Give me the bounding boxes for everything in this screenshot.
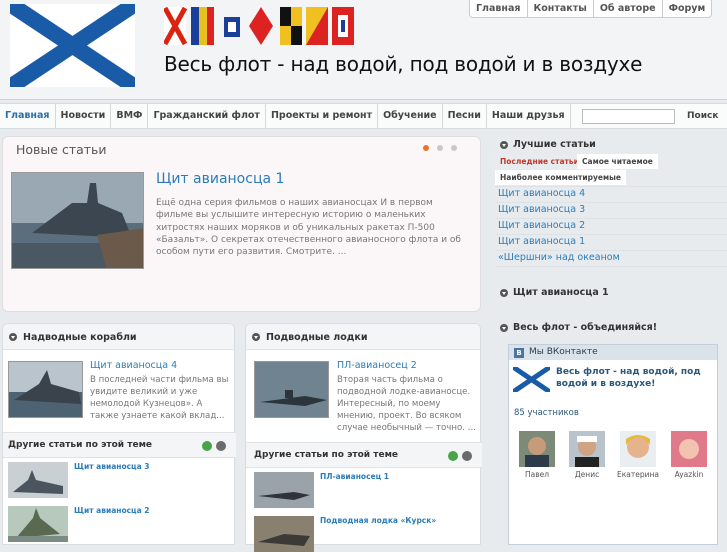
article-text: В последней части фильма вы увидите вели… bbox=[90, 375, 229, 421]
plus-icon[interactable] bbox=[202, 441, 212, 451]
member-name[interactable]: Екатерина bbox=[613, 470, 663, 479]
member-avatar[interactable] bbox=[671, 431, 707, 467]
site-slogan: Весь флот - над водой, под водой и в воз… bbox=[164, 52, 643, 76]
nav-education[interactable]: Обучение bbox=[378, 104, 443, 128]
thumb-image[interactable] bbox=[8, 506, 68, 542]
plus-icon[interactable] bbox=[448, 451, 458, 461]
nav-songs[interactable]: Песни bbox=[443, 104, 487, 128]
best-article-link[interactable]: Щит авианосца 1 bbox=[498, 236, 585, 247]
vk-icon: В bbox=[514, 348, 524, 358]
minus-icon[interactable] bbox=[462, 451, 472, 461]
article-text: Вторая часть фильма о подводной лодке-ав… bbox=[337, 375, 476, 433]
collapse-icon[interactable] bbox=[500, 289, 508, 297]
nav-projects[interactable]: Проекты и ремонт bbox=[266, 104, 379, 128]
topnav-forum[interactable]: Форум bbox=[663, 0, 712, 17]
featured-article-text: Ещё одна серия фильмов о наших авианосца… bbox=[156, 198, 461, 258]
site-header: Весь флот - над водой, под водой и в воз… bbox=[0, 0, 727, 100]
tab-most-commented[interactable]: Наиболее комментируемые bbox=[495, 170, 626, 185]
best-articles-title: Лучшие статьи bbox=[513, 139, 596, 150]
featured-article-title[interactable]: Щит авианосца 1 bbox=[156, 171, 284, 187]
thumb-image[interactable] bbox=[254, 472, 314, 508]
other-articles-title: Другие статьи по этой теме bbox=[8, 440, 153, 450]
vk-title[interactable]: Мы ВКонтакте bbox=[529, 347, 598, 357]
article-image[interactable] bbox=[8, 361, 83, 418]
nav-friends[interactable]: Наши друзья bbox=[487, 104, 571, 128]
other-articles-title: Другие статьи по этой теме bbox=[254, 450, 399, 460]
collapse-icon[interactable] bbox=[500, 141, 508, 149]
featured-articles: Новые статьи Щит авианосца 1 Ещё одна се… bbox=[2, 136, 481, 312]
nav-news[interactable]: Новости bbox=[56, 104, 112, 128]
nav-home[interactable]: Главная bbox=[0, 104, 56, 128]
vk-widget: В Мы ВКонтакте Весь флот - над водой, под… bbox=[508, 344, 718, 545]
nav-civil-fleet[interactable]: Гражданский флот bbox=[148, 104, 266, 128]
article-title[interactable]: ПЛ-авианосец 2 bbox=[337, 360, 417, 371]
other-article-link[interactable]: Подводная лодка «Курск» bbox=[320, 516, 436, 525]
topnav-home[interactable]: Главная bbox=[470, 0, 528, 17]
vk-group-name[interactable]: Весь флот - над водой, под водой и в воз… bbox=[556, 366, 716, 390]
other-article-link[interactable]: ПЛ-авианосец 1 bbox=[320, 472, 389, 481]
other-article-link[interactable]: Щит авианосца 3 bbox=[74, 462, 150, 471]
slider-dot[interactable] bbox=[451, 145, 457, 151]
signal-flags-icon bbox=[162, 6, 356, 46]
member-name[interactable]: Денис bbox=[562, 470, 612, 479]
article-title[interactable]: Щит авианосца 4 bbox=[90, 360, 177, 371]
slider-dot[interactable] bbox=[437, 145, 443, 151]
section-title: Подводные лодки bbox=[266, 332, 368, 343]
tab-most-read[interactable]: Самое читаемое bbox=[577, 154, 658, 169]
andreevsky-flag-logo[interactable] bbox=[10, 4, 135, 87]
member-name[interactable]: Ayazkin bbox=[664, 470, 714, 479]
andreevsky-flag-icon[interactable] bbox=[513, 367, 550, 392]
best-article-link[interactable]: Щит авианосца 4 bbox=[498, 188, 585, 199]
best-article-link[interactable]: «Шершни» над океаном bbox=[498, 252, 620, 263]
member-name[interactable]: Павел bbox=[512, 470, 562, 479]
topnav-contacts[interactable]: Контакты bbox=[528, 0, 594, 17]
article-image[interactable] bbox=[254, 361, 329, 418]
member-avatar[interactable] bbox=[569, 431, 605, 467]
slider-dot-active[interactable] bbox=[423, 145, 429, 151]
top-nav: Главная Контакты Об авторе Форум bbox=[469, 0, 713, 18]
collapse-icon[interactable] bbox=[9, 333, 17, 341]
best-article-link[interactable]: Щит авианосца 2 bbox=[498, 220, 585, 231]
section-title: Надводные корабли bbox=[23, 332, 137, 343]
surface-ships-section: Надводные корабли Щит авианосца 4 В посл… bbox=[2, 323, 236, 545]
tab-latest[interactable]: Последние статьи bbox=[495, 154, 584, 169]
search-button[interactable]: Поиск bbox=[681, 108, 724, 124]
thumb-image[interactable] bbox=[254, 516, 314, 552]
member-avatar[interactable] bbox=[519, 431, 555, 467]
thumb-image[interactable] bbox=[8, 462, 68, 498]
block-title: Щит авианосца 1 bbox=[513, 287, 609, 298]
block-title: Весь флот - объединяйся! bbox=[513, 322, 658, 333]
submarines-section: Подводные лодки ПЛ-авианосец 2 Вторая ча… bbox=[245, 323, 482, 552]
minus-icon[interactable] bbox=[216, 441, 226, 451]
topnav-about[interactable]: Об авторе bbox=[594, 0, 663, 17]
search-input[interactable] bbox=[582, 109, 675, 124]
nav-navy[interactable]: ВМФ bbox=[111, 104, 149, 128]
collapse-icon[interactable] bbox=[500, 324, 508, 332]
other-article-link[interactable]: Щит авианосца 2 bbox=[74, 506, 150, 515]
best-article-link[interactable]: Щит авианосца 3 bbox=[498, 204, 585, 215]
collapse-icon[interactable] bbox=[252, 333, 260, 341]
featured-image[interactable] bbox=[11, 172, 144, 269]
featured-title: Новые статьи bbox=[16, 142, 107, 157]
vk-member-count: 85 участников bbox=[514, 408, 579, 418]
member-avatar[interactable] bbox=[620, 431, 656, 467]
